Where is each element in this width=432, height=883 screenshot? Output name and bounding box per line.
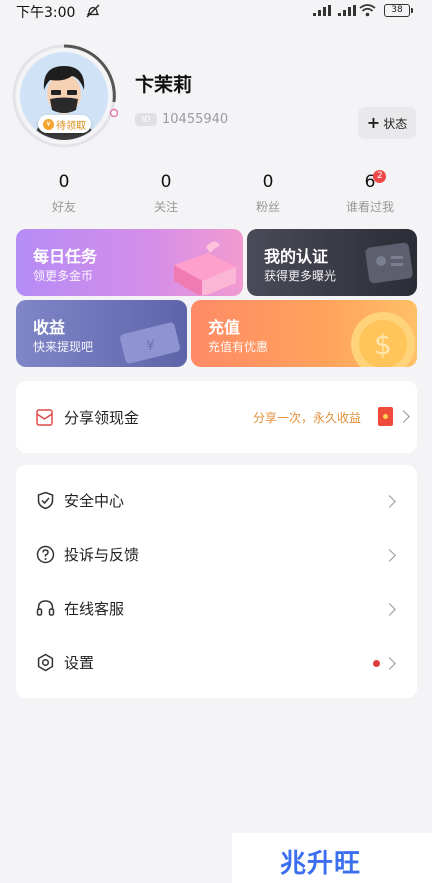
stat-fans[interactable]: 0 粉丝 (218, 172, 318, 215)
claim-badge[interactable]: ¥ 待领取 (38, 115, 91, 133)
wifi-icon (359, 4, 376, 17)
watermark: 兆升旺 (232, 833, 432, 883)
shield-icon (37, 491, 54, 510)
uid-text: 10455940 (162, 112, 229, 127)
status-bar: 下午3:00 38 (0, 0, 432, 22)
settings-menu: 安全中心 投诉与反馈 在线客服 设置 (16, 465, 417, 698)
signal-icon (338, 5, 356, 16)
gift-box-icon (174, 241, 236, 295)
card-title: 收益 (33, 318, 66, 337)
watermark-text: 兆升旺 (280, 849, 362, 879)
signal-icon (313, 5, 331, 16)
coin-icon: ¥ (43, 118, 54, 130)
svg-text:$: $ (374, 328, 392, 361)
card-subtitle: 快来提现吧 (33, 340, 94, 354)
menu-label: 安全中心 (64, 492, 125, 510)
menu-label: 投诉与反馈 (64, 546, 140, 564)
red-envelope-icon (378, 407, 393, 426)
card-subtitle: 充值有优惠 (208, 340, 269, 354)
claim-badge-label: 待领取 (56, 120, 86, 132)
stat-value-wrap: 6 2 (365, 170, 387, 196)
plus-icon: + (366, 113, 381, 132)
chevron-right-icon (383, 549, 396, 562)
stat-value: 0 (262, 172, 274, 192)
stat-label: 谁看过我 (345, 200, 394, 214)
stat-visitors[interactable]: 6 2 谁看过我 (320, 170, 420, 215)
stat-value: 0 (160, 172, 172, 192)
status-button[interactable]: + 状态 (358, 107, 416, 139)
card-title: 每日任务 (33, 247, 98, 266)
banknote-icon: ¥ (120, 322, 180, 364)
menu-item-security[interactable]: 安全中心 (16, 474, 417, 528)
menu-item-customer-service[interactable]: 在线客服 (16, 582, 417, 636)
menu-label: 设置 (64, 654, 95, 672)
chevron-right-icon (383, 495, 396, 508)
id-icon: ID (135, 113, 157, 126)
id-card-icon (365, 242, 413, 284)
card-subtitle: 获得更多曝光 (264, 269, 337, 283)
settings-icon (37, 653, 54, 672)
username: 卞茉莉 (135, 74, 193, 96)
stat-following[interactable]: 0 关注 (116, 172, 216, 215)
coin-icon: $ (351, 312, 415, 367)
stat-label: 关注 (153, 200, 178, 214)
share-cash-row[interactable]: 分享领现金 分享一次，永久收益 (16, 381, 417, 453)
notification-badge: 2 (373, 170, 387, 183)
card-title: 充值 (208, 318, 241, 337)
stat-friends[interactable]: 0 好友 (14, 172, 114, 215)
status-time: 下午3:00 (16, 5, 76, 21)
daily-task-card[interactable]: 每日任务 领更多金币 (16, 229, 243, 296)
stat-label: 好友 (51, 200, 76, 214)
question-icon (36, 545, 55, 564)
headset-icon (36, 600, 55, 616)
notification-dot (373, 660, 380, 667)
chevron-right-icon (383, 603, 396, 616)
share-label: 分享领现金 (64, 409, 140, 427)
recharge-card[interactable]: $ 充值 充值有优惠 (191, 300, 417, 367)
stat-value: 0 (58, 172, 70, 192)
uid-row: ID 10455940 (135, 112, 228, 127)
share-hint: 分享一次，永久收益 (253, 411, 362, 425)
income-card[interactable]: ¥ 收益 快来提现吧 (16, 300, 187, 367)
svg-text:¥: ¥ (146, 338, 155, 354)
menu-item-feedback[interactable]: 投诉与反馈 (16, 528, 417, 582)
do-not-disturb-icon (86, 4, 100, 18)
battery-icon: 38 (384, 4, 413, 17)
avatar[interactable]: ¥ 待领取 (10, 42, 118, 150)
menu-label: 在线客服 (64, 600, 125, 618)
menu-item-settings[interactable]: 设置 (16, 636, 417, 690)
verification-card[interactable]: 我的认证 获得更多曝光 (247, 229, 417, 296)
card-title: 我的认证 (264, 247, 329, 266)
chevron-right-icon (383, 657, 396, 670)
card-subtitle: 领更多金币 (33, 269, 94, 283)
stat-label: 粉丝 (255, 200, 280, 214)
envelope-icon (36, 409, 53, 426)
status-button-label: 状态 (383, 116, 408, 131)
stats-row: 0 好友 0 关注 0 粉丝 6 2 谁看过我 (0, 170, 432, 222)
chevron-right-icon (397, 410, 410, 423)
